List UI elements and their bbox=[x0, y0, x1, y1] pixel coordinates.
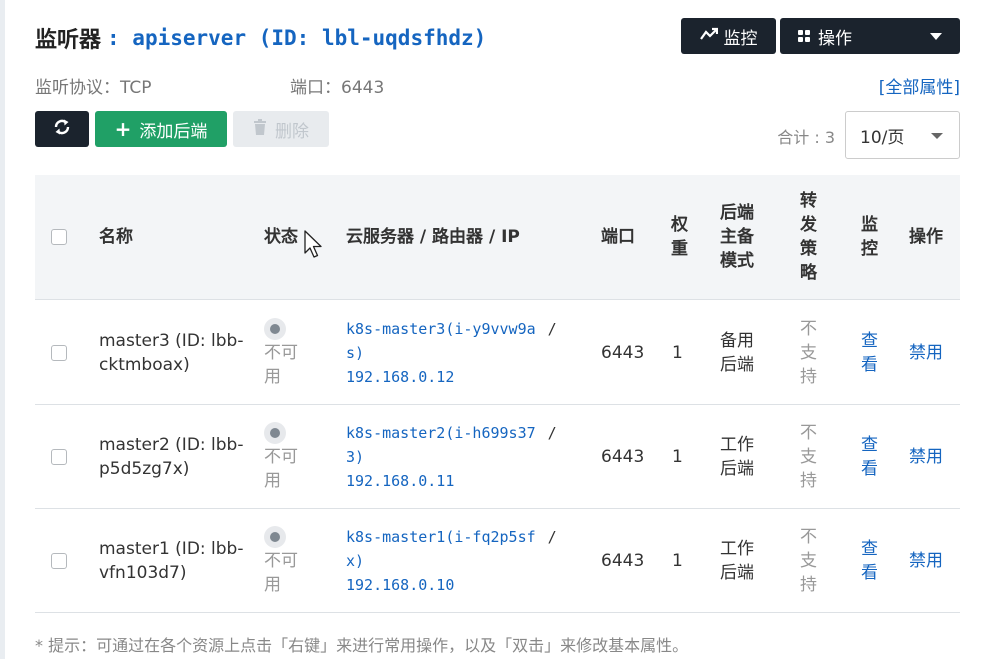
operations-dropdown[interactable]: 操作 bbox=[780, 18, 960, 54]
header-monitor: 监控 bbox=[861, 215, 878, 259]
header-mode: 后端 主备 模式 bbox=[720, 203, 754, 271]
backend-policy: 不支持 bbox=[800, 423, 817, 491]
disable-link[interactable]: 禁用 bbox=[909, 549, 943, 573]
header-port: 端口 bbox=[601, 227, 635, 247]
delete-label: 删除 bbox=[275, 121, 309, 142]
page-title: 监听器 : apiserver (ID: lbl-uqdsfhdz) bbox=[35, 22, 486, 54]
page-title-label: 监听器 bbox=[35, 28, 102, 53]
row-checkbox[interactable] bbox=[51, 553, 67, 569]
backend-policy: 不支持 bbox=[800, 319, 817, 387]
header-status: 状态 bbox=[264, 227, 298, 247]
backend-status: 不可用 bbox=[264, 343, 298, 387]
caret-down-icon bbox=[930, 32, 942, 40]
row-checkbox[interactable] bbox=[51, 449, 67, 465]
view-monitor-link[interactable]: 查看 bbox=[861, 537, 878, 585]
trend-line-icon bbox=[699, 26, 718, 46]
monitor-button-label: 监控 bbox=[723, 28, 758, 49]
table-row[interactable]: master3 (ID: lbb-cktmboax) 不可用 k8s-maste… bbox=[35, 301, 960, 405]
listener-protocol: 监听协议：TCP bbox=[35, 78, 152, 98]
status-dot-icon bbox=[264, 526, 286, 548]
header-policy: 转发策略 bbox=[800, 191, 817, 283]
plus-icon: + bbox=[114, 117, 132, 141]
left-edge-strip bbox=[0, 0, 5, 659]
header-server: 云服务器 / 路由器 / IP bbox=[346, 227, 520, 247]
backend-weight: 1 bbox=[672, 551, 683, 571]
backend-server-link[interactable]: k8s-master2(i-h699s37/ 3) 192.168.0.11 bbox=[346, 421, 557, 493]
page-size-select[interactable]: 10/页 bbox=[845, 111, 960, 159]
header-action: 操作 bbox=[909, 227, 943, 247]
backend-server-link[interactable]: k8s-master3(i-y9vvw9a / s) 192.168.0.12 bbox=[346, 317, 557, 389]
footer-tip: * 提示：可通过在各个资源上点击「右键」来进行常用操作，以及「双击」来修改基本属… bbox=[35, 636, 689, 655]
page-title-resource: : apiserver (ID: lbl-uqdsfhdz) bbox=[107, 26, 487, 50]
add-backend-button[interactable]: + 添加后端 bbox=[95, 111, 227, 147]
caret-down-icon bbox=[931, 133, 943, 139]
backend-policy: 不支持 bbox=[800, 527, 817, 595]
backend-weight: 1 bbox=[672, 343, 683, 363]
backend-mode: 工作 后端 bbox=[720, 435, 754, 479]
trash-icon bbox=[253, 118, 267, 140]
backend-port: 6443 bbox=[601, 343, 645, 363]
backend-status: 不可用 bbox=[264, 447, 298, 491]
refresh-icon bbox=[53, 118, 71, 141]
view-monitor-link[interactable]: 查看 bbox=[861, 329, 878, 377]
row-checkbox[interactable] bbox=[51, 345, 67, 361]
disable-link[interactable]: 禁用 bbox=[909, 341, 943, 365]
page-size-value: 10/页 bbox=[860, 127, 905, 148]
table-row[interactable]: master1 (ID: lbb-vfn103d7) 不可用 k8s-maste… bbox=[35, 509, 960, 613]
backend-name: master2 (ID: lbb-p5d5zg7x) bbox=[99, 435, 244, 479]
backend-weight: 1 bbox=[672, 447, 683, 467]
header-weight: 权重 bbox=[671, 215, 688, 259]
status-dot-icon bbox=[264, 318, 286, 340]
monitor-button[interactable]: 监控 bbox=[681, 18, 776, 54]
select-all-checkbox[interactable] bbox=[51, 229, 67, 245]
backend-name: master3 (ID: lbb-cktmboax) bbox=[99, 331, 244, 375]
mouse-cursor-icon bbox=[304, 230, 324, 264]
listener-port: 端口：6443 bbox=[290, 78, 385, 98]
backend-port: 6443 bbox=[601, 551, 645, 571]
refresh-button[interactable] bbox=[35, 111, 89, 147]
backend-name: master1 (ID: lbb-vfn103d7) bbox=[99, 539, 244, 583]
operations-label: 操作 bbox=[818, 28, 852, 49]
total-count: 合计 : 3 bbox=[777, 128, 835, 147]
backend-server-link[interactable]: k8s-master1(i-fq2p5sf / x) 192.168.0.10 bbox=[346, 525, 557, 597]
disable-link[interactable]: 禁用 bbox=[909, 445, 943, 469]
header-name: 名称 bbox=[99, 227, 133, 247]
view-monitor-link[interactable]: 查看 bbox=[861, 433, 878, 481]
backend-mode: 工作 后端 bbox=[720, 539, 754, 583]
backend-port: 6443 bbox=[601, 447, 645, 467]
grid-icon bbox=[798, 30, 810, 42]
status-dot-icon bbox=[264, 422, 286, 444]
backend-status: 不可用 bbox=[264, 551, 298, 595]
all-properties-link[interactable]: [全部属性] bbox=[879, 73, 960, 98]
table-header: 名称 状态 云服务器 / 路由器 / IP 端口 权重 后端 主备 模式 转发策略 … bbox=[35, 175, 960, 300]
add-backend-label: 添加后端 bbox=[139, 121, 208, 142]
table-row[interactable]: master2 (ID: lbb-p5d5zg7x) 不可用 k8s-maste… bbox=[35, 405, 960, 509]
backend-mode: 备用 后端 bbox=[720, 331, 754, 375]
delete-button[interactable]: 删除 bbox=[233, 111, 329, 147]
